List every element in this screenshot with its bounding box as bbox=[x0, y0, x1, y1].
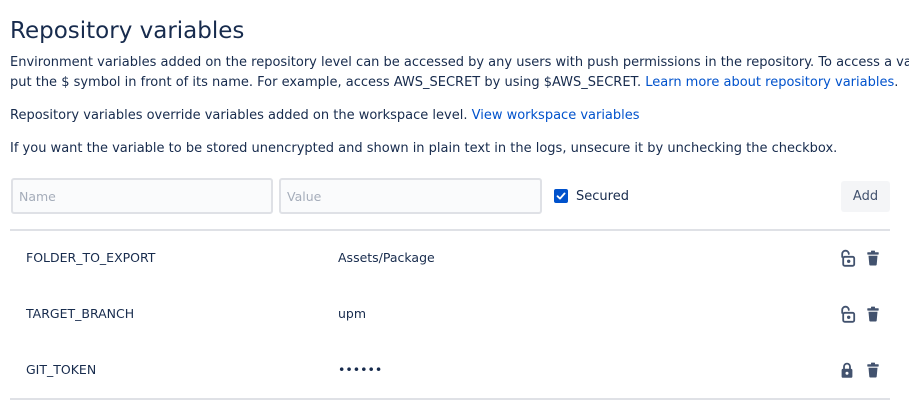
add-variable-button[interactable]: Add bbox=[841, 181, 890, 212]
variable-row: FOLDER_TO_EXPORT Assets/Package bbox=[10, 230, 890, 286]
unsecure-paragraph: If you want the variable to be stored un… bbox=[10, 141, 838, 156]
unlocked-icon[interactable] bbox=[838, 249, 856, 267]
trash-icon[interactable] bbox=[866, 249, 880, 267]
value-input[interactable] bbox=[279, 178, 542, 214]
override-text: Repository variables override variables … bbox=[10, 108, 472, 123]
view-workspace-variables-link[interactable]: View workspace variables bbox=[472, 108, 640, 123]
name-input[interactable] bbox=[11, 178, 273, 214]
variable-row: GIT_TOKEN •••••• bbox=[10, 342, 890, 398]
description-paragraph: Environment variables added on the repos… bbox=[10, 53, 909, 93]
unlocked-icon[interactable] bbox=[838, 305, 856, 323]
description-line-2: put the $ symbol in front of its name. F… bbox=[10, 75, 646, 90]
variable-name: TARGET_BRANCH bbox=[26, 306, 135, 321]
table-bottom-divider bbox=[10, 398, 890, 400]
variable-value: upm bbox=[338, 306, 367, 321]
trash-icon[interactable] bbox=[866, 361, 880, 379]
checkmark-icon bbox=[556, 192, 566, 200]
secured-checkbox-label[interactable]: Secured bbox=[554, 187, 629, 205]
description-line-2-end: . bbox=[894, 75, 899, 90]
locked-icon[interactable] bbox=[838, 361, 856, 379]
secured-checkbox[interactable] bbox=[554, 189, 568, 203]
page-title: Repository variables bbox=[10, 18, 245, 44]
description-line-1: Environment variables added on the repos… bbox=[10, 55, 909, 70]
variable-value-masked: •••••• bbox=[338, 362, 383, 377]
override-paragraph: Repository variables override variables … bbox=[10, 106, 640, 126]
variable-value: Assets/Package bbox=[338, 250, 435, 265]
secured-label: Secured bbox=[576, 188, 629, 204]
variable-row: TARGET_BRANCH upm bbox=[10, 286, 890, 342]
trash-icon[interactable] bbox=[866, 305, 880, 323]
variable-name: FOLDER_TO_EXPORT bbox=[26, 250, 156, 265]
learn-more-link[interactable]: Learn more about repository variables bbox=[645, 75, 894, 90]
variable-name: GIT_TOKEN bbox=[26, 362, 97, 377]
